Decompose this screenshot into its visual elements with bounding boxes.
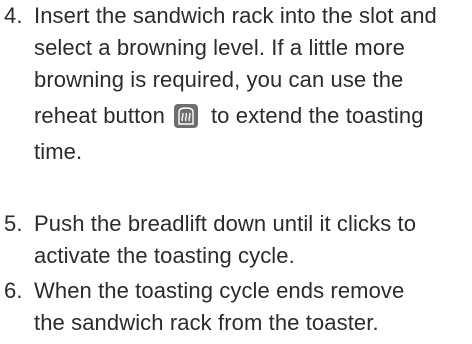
step-text-line: Push the breadlift down until it clicks …	[34, 211, 417, 236]
step-text-line: time.	[34, 139, 83, 164]
step-number: 4.	[4, 3, 23, 28]
step-text-line: browning is required, you can use the	[34, 67, 404, 92]
step-4: 4. Insert the sandwich rack into the slo…	[0, 0, 472, 168]
step-number: 5.	[4, 211, 23, 236]
step-5: 5. Push the breadlift down until it clic…	[0, 208, 472, 272]
step-text-line: Insert the sandwich rack into the slot a…	[34, 3, 437, 28]
step-text-line: select a browning level. If a little mor…	[34, 35, 405, 60]
step-text-fragment: reheat button	[34, 103, 165, 128]
reheat-button-icon	[173, 102, 199, 129]
step-text-line: activate the toasting cycle.	[34, 243, 295, 268]
step-text-line: When the toasting cycle ends remove	[34, 278, 405, 303]
step-text-line: the sandwich rack from the toaster.	[34, 310, 379, 335]
step-6: 6. When the toasting cycle ends remove t…	[0, 275, 472, 339]
step-number: 6.	[4, 278, 23, 303]
step-text-fragment: to extend the toasting	[210, 103, 424, 128]
step-text-line-with-icon: reheat button to extend the toasting	[34, 96, 472, 136]
